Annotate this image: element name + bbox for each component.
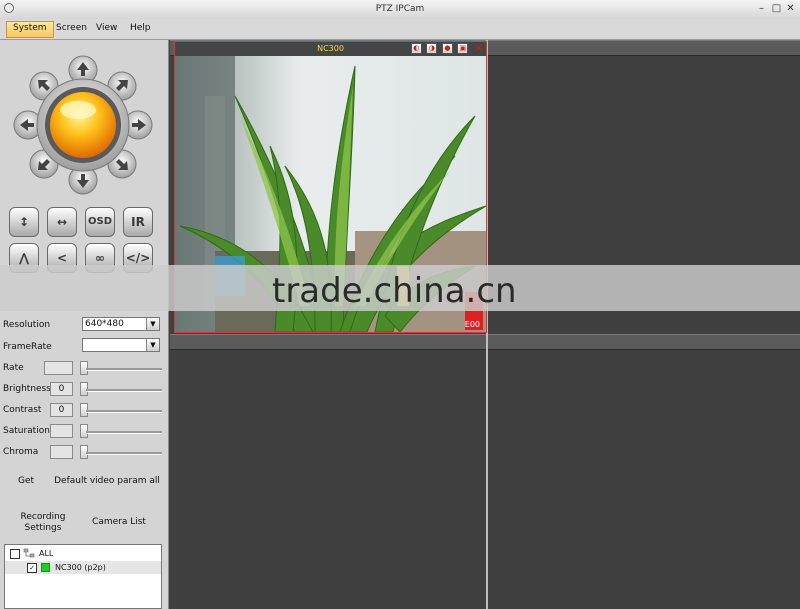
close-button[interactable]: ✕: [784, 2, 797, 15]
camera-title: NC300 ◐ ◑ ● ▣ ✕: [175, 42, 486, 56]
checkbox-camera[interactable]: ✓: [27, 563, 37, 573]
video-grid-divider: [170, 334, 800, 350]
default-video-param-button[interactable]: Default video param all: [54, 476, 160, 486]
osd-button[interactable]: OSD: [85, 207, 115, 237]
chevron-down-icon[interactable]: ▼: [146, 318, 159, 330]
talk-icon[interactable]: ◑: [426, 43, 438, 54]
camera-corner-label: E00: [464, 320, 480, 329]
contrast-label: Contrast: [3, 405, 42, 415]
recording-settings-line2: Settings: [24, 523, 62, 533]
tree-all-label: ALL: [39, 549, 54, 558]
tree-camera-label: NC300 (p2p): [55, 563, 106, 572]
recording-settings-line1: Recording: [20, 512, 66, 522]
menu-screen[interactable]: Screen: [50, 21, 93, 36]
chroma-label: Chroma: [3, 447, 39, 457]
resolution-value: 640*480: [85, 319, 124, 329]
saturation-value: [50, 424, 73, 438]
control-panel: ↕ ↔ OSD IR ⋀ < ∞ </> Resolution 640*480 …: [0, 40, 169, 609]
title-bar: PTZ IPCam – □ ✕: [0, 0, 800, 20]
recording-settings-button[interactable]: Recording Settings: [14, 512, 72, 534]
rate-slider-track[interactable]: [86, 368, 162, 371]
tree-item-camera[interactable]: ✓ NC300 (p2p): [5, 561, 161, 574]
resolution-select[interactable]: 640*480 ▼: [82, 317, 160, 331]
brightness-slider-track[interactable]: [86, 389, 162, 392]
ir-button[interactable]: IR: [123, 207, 153, 237]
checkbox-all[interactable]: [10, 549, 20, 559]
watermark-text: trade.china.cn: [272, 271, 517, 311]
vertical-flip-button[interactable]: ↕: [9, 207, 39, 237]
saturation-slider-track[interactable]: [86, 431, 162, 434]
brightness-value: 0: [50, 382, 73, 396]
chroma-slider-track[interactable]: [86, 452, 162, 455]
chevron-down-icon[interactable]: ▼: [146, 339, 159, 351]
record-icon[interactable]: ●: [441, 43, 453, 54]
get-button[interactable]: Get: [12, 476, 40, 486]
saturation-label: Saturation: [3, 426, 50, 436]
close-icon[interactable]: ✕: [473, 43, 484, 54]
menu-help[interactable]: Help: [124, 21, 157, 36]
minimize-button[interactable]: –: [755, 2, 768, 15]
rate-value: [44, 361, 73, 375]
camera-list-button[interactable]: Camera List: [88, 517, 150, 527]
rate-label: Rate: [3, 363, 24, 373]
camera-toolbar: ◐ ◑ ● ▣ ✕: [409, 43, 484, 55]
window-title: PTZ IPCam: [375, 4, 425, 14]
resolution-label: Resolution: [3, 320, 51, 330]
brightness-label: Brightness: [3, 384, 51, 394]
menu-bar: System Screen View Help: [0, 19, 800, 40]
contrast-slider-track[interactable]: [86, 410, 162, 413]
framerate-select[interactable]: ▼: [82, 338, 160, 352]
camera-name: NC300: [317, 44, 344, 53]
horizontal-flip-button[interactable]: ↔: [47, 207, 77, 237]
chroma-value: [50, 445, 73, 459]
maximize-button[interactable]: □: [770, 2, 783, 15]
video-grid: NC300 ◐ ◑ ● ▣ ✕ E00: [170, 40, 800, 609]
snapshot-icon[interactable]: ▣: [457, 43, 469, 54]
ptz-control-pad: [13, 55, 153, 195]
menu-view[interactable]: View: [90, 21, 123, 36]
network-icon: [23, 548, 35, 558]
menu-system[interactable]: System: [6, 21, 54, 38]
camera-online-icon: [41, 563, 50, 572]
contrast-value: 0: [50, 403, 73, 417]
framerate-label: FrameRate: [3, 342, 52, 352]
tree-item-all[interactable]: ALL: [5, 547, 161, 560]
audio-icon[interactable]: ◐: [410, 43, 422, 54]
camera-tree: ALL ✓ NC300 (p2p): [4, 544, 162, 609]
